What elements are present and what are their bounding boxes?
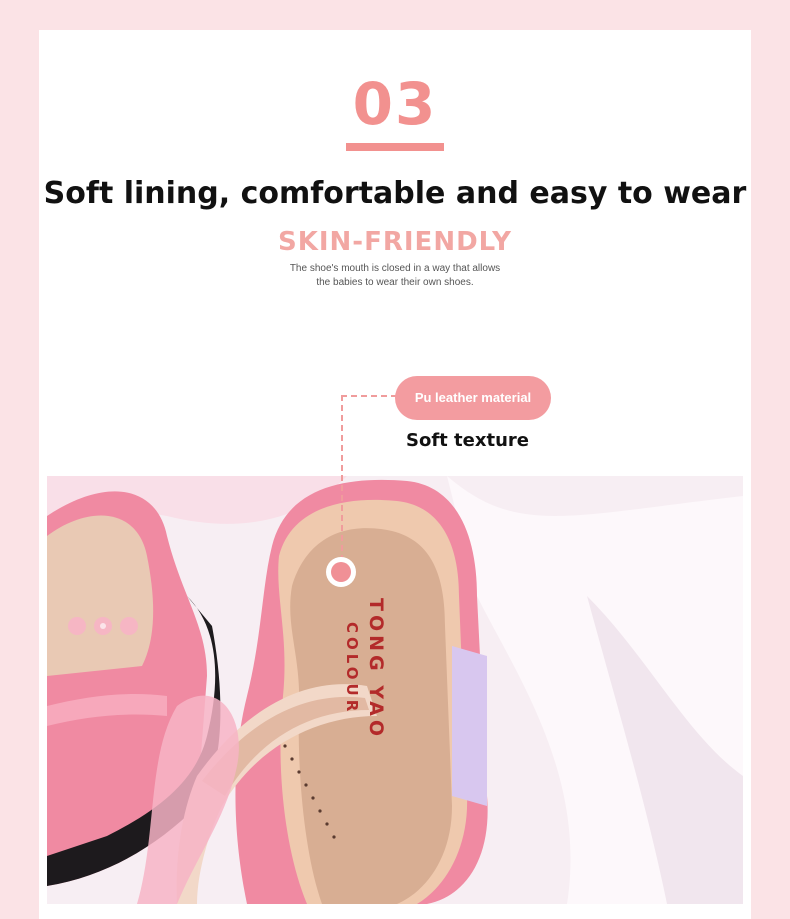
material-badge: Pu leather material [395,376,551,420]
shoe-photo: TONG YAO COLOUR [47,476,743,904]
callout-marker-dot [326,557,356,587]
callout-connector-horizontal [341,395,397,397]
insole-brand-text: TONG YAO [365,598,387,740]
material-caption: Soft texture [406,430,529,451]
insole-brand-subtext: COLOUR [343,622,361,715]
subheadline: SKIN-FRIENDLY [278,227,512,257]
callout-connector-vertical [341,395,343,561]
description-line: the babies to wear their own shoes. [316,277,474,288]
description-line: The shoe's mouth is closed in a way that… [289,263,501,274]
description: The shoe's mouth is closed in a way that… [245,262,545,290]
section-number: 03 [352,70,438,138]
section-number-underline [346,143,444,151]
headline: Soft lining, comfortable and easy to wea… [43,176,747,211]
